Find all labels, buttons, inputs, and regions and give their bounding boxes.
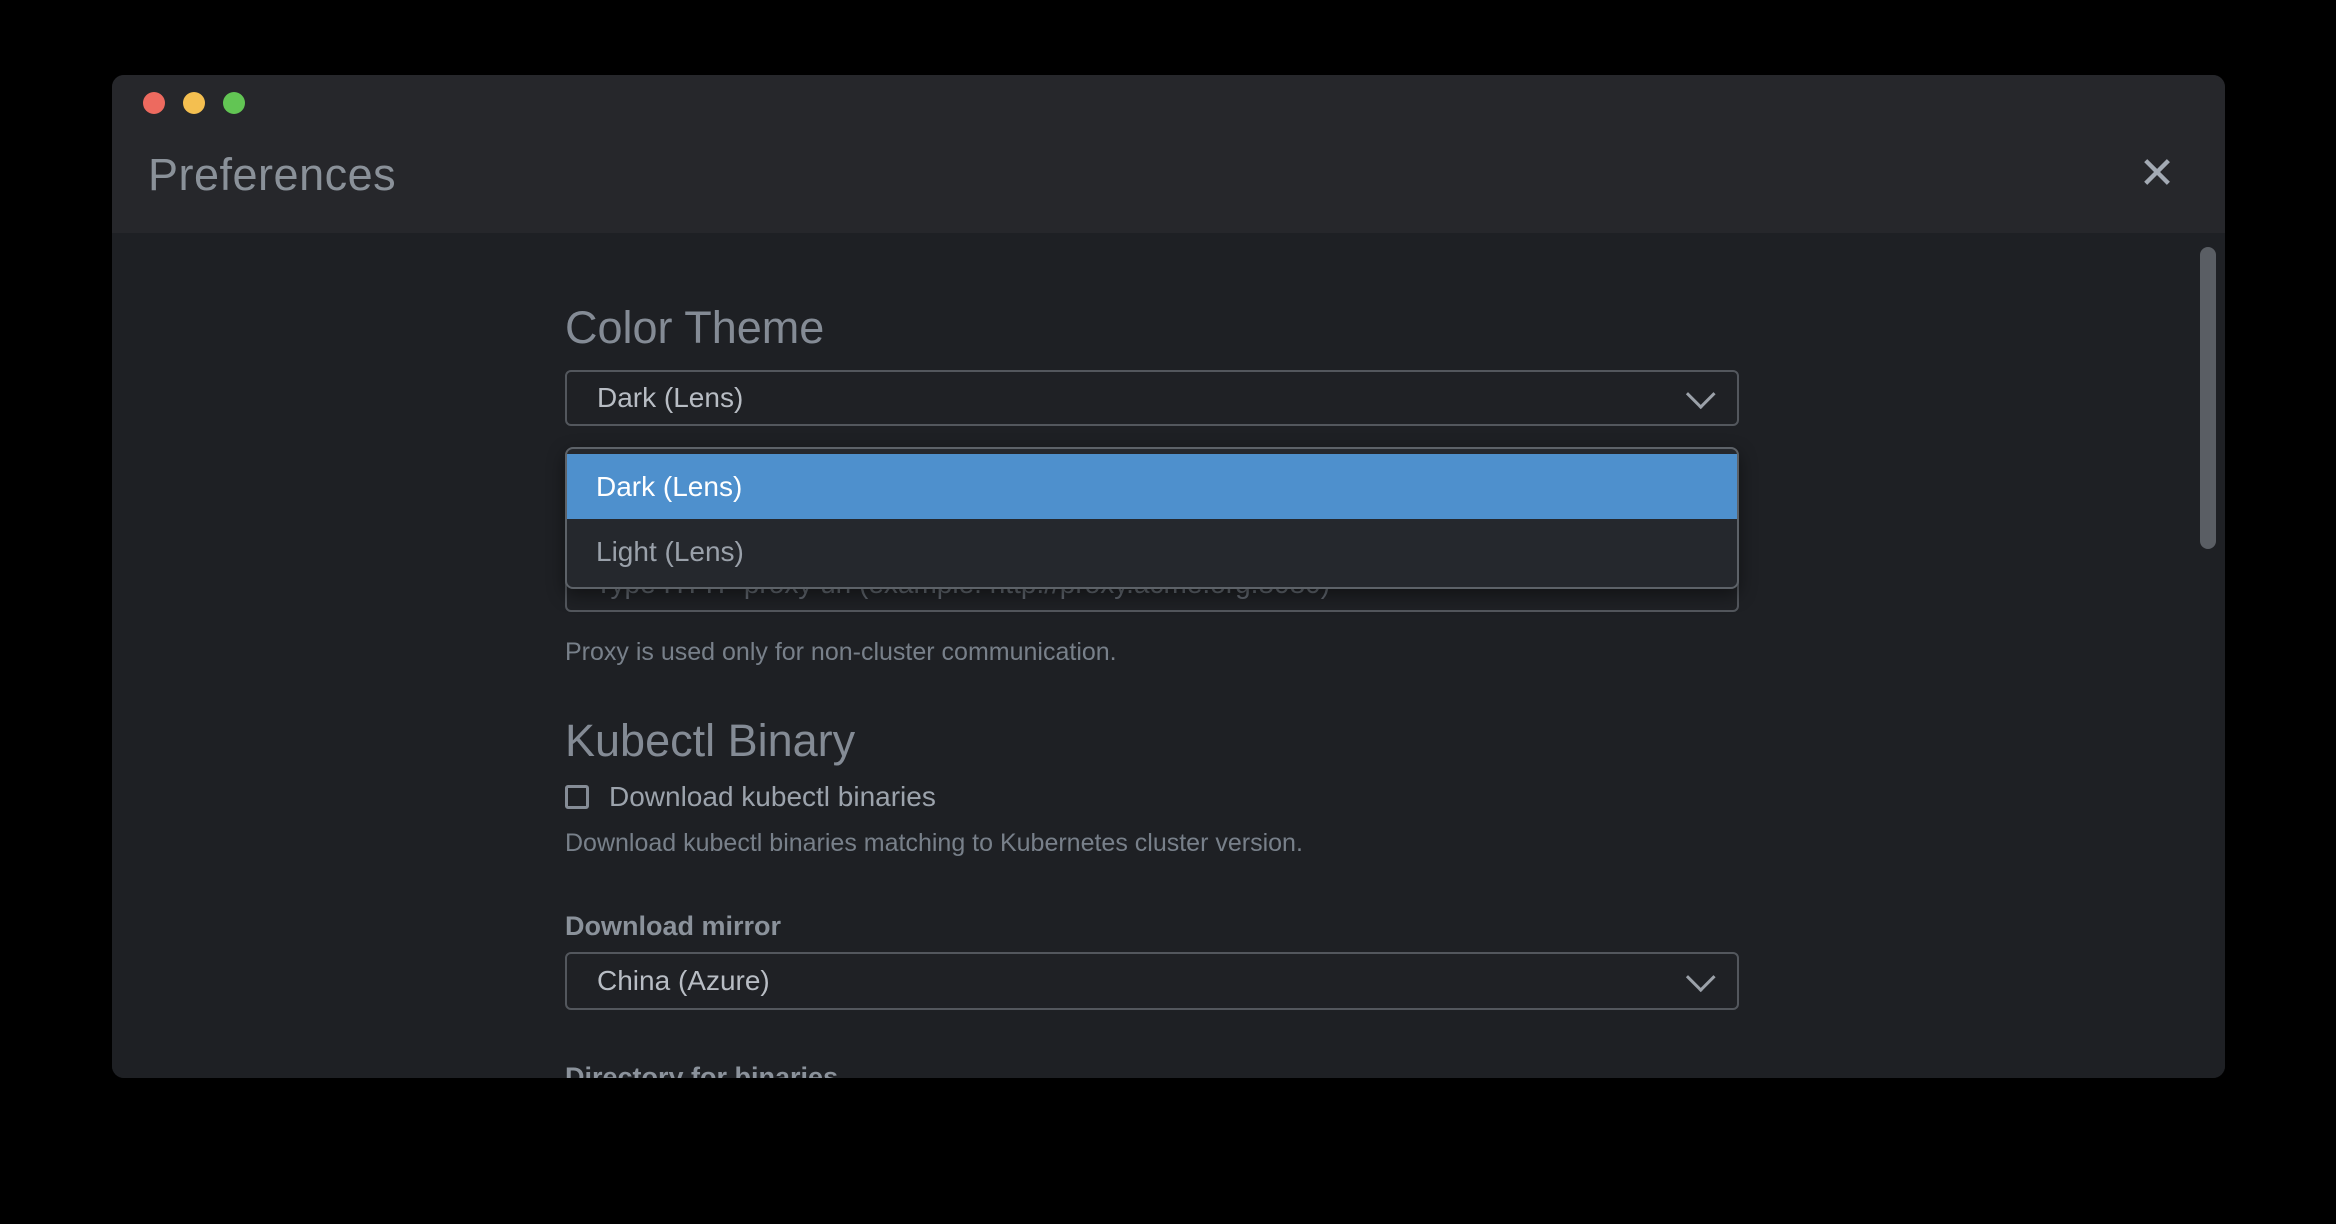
mirror-select-value: China (Azure) bbox=[597, 965, 1686, 997]
traffic-light-minimize-icon[interactable] bbox=[183, 92, 205, 114]
kubectl-hint: Download kubectl binaries matching to Ku… bbox=[565, 828, 1303, 858]
download-mirror-label: Download mirror bbox=[565, 910, 781, 942]
titlebar: Preferences ✕ bbox=[112, 75, 2225, 233]
preferences-window: Preferences ✕ Color Theme Dark (Lens) Da… bbox=[112, 75, 2225, 1078]
scrollbar-thumb[interactable] bbox=[2200, 247, 2216, 549]
traffic-light-close-icon[interactable] bbox=[143, 92, 165, 114]
chevron-down-icon bbox=[1686, 379, 1716, 409]
preferences-content: Color Theme Dark (Lens) Dark (Lens) Ligh… bbox=[112, 233, 2225, 1078]
theme-option-dark-label: Dark (Lens) bbox=[596, 471, 742, 503]
download-kubectl-label: Download kubectl binaries bbox=[609, 781, 936, 813]
download-mirror-select[interactable]: China (Azure) bbox=[565, 952, 1739, 1010]
theme-select-value: Dark (Lens) bbox=[597, 382, 1686, 414]
theme-dropdown-menu: Dark (Lens) Light (Lens) bbox=[565, 447, 1739, 589]
checkbox-unchecked-icon bbox=[565, 785, 589, 809]
theme-select[interactable]: Dark (Lens) bbox=[565, 370, 1739, 426]
download-kubectl-checkbox[interactable]: Download kubectl binaries bbox=[565, 781, 936, 813]
page-title: Preferences bbox=[148, 149, 396, 201]
settings-column: Color Theme Dark (Lens) Dark (Lens) Ligh… bbox=[565, 233, 1739, 1078]
traffic-light-zoom-icon[interactable] bbox=[223, 92, 245, 114]
chevron-down-icon bbox=[1686, 962, 1716, 992]
directory-for-binaries-label: Directory for binaries bbox=[565, 1061, 838, 1078]
proxy-hint: Proxy is used only for non-cluster commu… bbox=[565, 637, 1117, 667]
close-button[interactable]: ✕ bbox=[2131, 147, 2183, 199]
theme-option-light-label: Light (Lens) bbox=[596, 536, 744, 568]
close-icon: ✕ bbox=[2139, 148, 2176, 199]
color-theme-heading: Color Theme bbox=[565, 301, 824, 355]
theme-option-dark[interactable]: Dark (Lens) bbox=[567, 454, 1737, 519]
kubectl-heading: Kubectl Binary bbox=[565, 714, 855, 768]
theme-option-light[interactable]: Light (Lens) bbox=[567, 519, 1737, 584]
